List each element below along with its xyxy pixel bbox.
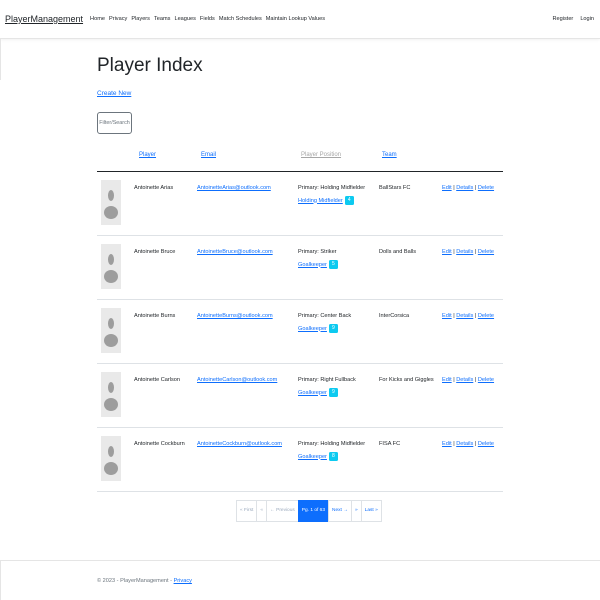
avatar [101, 180, 121, 225]
create-new-link[interactable]: Create New [97, 90, 131, 97]
left-divider [0, 560, 1, 600]
table-row: Antoinette Burns AntoinetteBurns@outlook… [97, 300, 503, 364]
nav-link-privacy[interactable]: Privacy [109, 16, 127, 22]
edit-link[interactable]: Edit [442, 249, 452, 255]
nav-link-match-schedules[interactable]: Match Schedules [219, 16, 262, 22]
filter-search-button[interactable]: Filter/Search [97, 112, 132, 134]
player-name: Antoinette Arias [134, 185, 174, 191]
nav-right-group: Register Login [552, 16, 594, 22]
delete-link[interactable]: Delete [478, 185, 494, 191]
secondary-position-link[interactable]: Goalkeeper [298, 454, 327, 460]
secondary-position-link[interactable]: Holding Midfielder [298, 198, 343, 204]
left-divider [0, 38, 1, 80]
position-count-badge: 5 [328, 260, 338, 269]
team-name: BallStars FC [379, 185, 411, 191]
player-email-link[interactable]: AntoinetteArias@outlook.com [197, 185, 271, 191]
secondary-position-link[interactable]: Goalkeeper [298, 390, 327, 396]
brand-link[interactable]: PlayerManagement [5, 14, 83, 24]
row-actions: Edit | Details | Delete [442, 313, 494, 319]
header-team[interactable]: Team [382, 152, 397, 158]
player-email-link[interactable]: AntoinetteBurns@outlook.com [197, 313, 273, 319]
table-row: Antoinette Carlson AntoinetteCarlson@out… [97, 364, 503, 428]
secondary-position: Goalkeeper 9 [298, 388, 338, 397]
secondary-position: Goalkeeper 5 [298, 260, 338, 269]
primary-position: Primary: Center Back [298, 313, 352, 319]
secondary-position: Goalkeeper 9 [298, 324, 338, 333]
nav-link-leagues[interactable]: Leagues [174, 16, 195, 22]
page-title: Player Index [97, 55, 203, 76]
details-link[interactable]: Details [456, 441, 473, 447]
previous-page-button[interactable]: ← Previous [266, 500, 299, 522]
player-name: Antoinette Burns [134, 313, 176, 319]
players-table: Player Email Player Position Team Antoin… [97, 147, 503, 492]
edit-link[interactable]: Edit [442, 441, 452, 447]
nav-link-home[interactable]: Home [90, 16, 105, 22]
team-name: InterCorsica [379, 313, 410, 319]
avatar [101, 244, 121, 289]
details-link[interactable]: Details [456, 313, 473, 319]
header-email[interactable]: Email [201, 152, 216, 158]
last-page-button[interactable]: Last » [360, 500, 382, 522]
player-name: Antoinette Carlson [134, 377, 181, 383]
details-link[interactable]: Details [456, 377, 473, 383]
footer-privacy-link[interactable]: Privacy [174, 578, 192, 584]
table-row: Antoinette Cockburn AntoinetteCockburn@o… [97, 428, 503, 492]
header-player-position[interactable]: Player Position [301, 152, 341, 158]
details-link[interactable]: Details [456, 185, 473, 191]
edit-link[interactable]: Edit [442, 185, 452, 191]
footer-copyright: © 2023 - PlayerManagement - [97, 578, 174, 584]
team-name: FISA FC [379, 441, 401, 447]
primary-position: Primary: Holding Midfielder [298, 441, 366, 447]
first-page-button[interactable]: « First [236, 500, 258, 522]
register-link[interactable]: Register [552, 16, 573, 22]
next-page-button[interactable]: Next → [328, 500, 352, 522]
secondary-position: Goalkeeper 8 [298, 452, 338, 461]
nav-link-maintain-lookup-values[interactable]: Maintain Lookup Values [266, 16, 325, 22]
secondary-position: Holding Midfielder 4 [298, 196, 354, 205]
position-count-badge: 8 [328, 452, 338, 461]
delete-link[interactable]: Delete [478, 313, 494, 319]
row-actions: Edit | Details | Delete [442, 377, 494, 383]
position-count-badge: 9 [328, 324, 338, 333]
primary-position: Primary: Right Fullback [298, 377, 356, 383]
delete-link[interactable]: Delete [478, 377, 494, 383]
table-header: Player Email Player Position Team [97, 147, 503, 172]
player-name: Antoinette Bruce [134, 249, 176, 255]
team-name: For Kicks and Giggles [379, 377, 434, 383]
player-name: Antoinette Cockburn [134, 441, 185, 447]
secondary-position-link[interactable]: Goalkeeper [298, 326, 327, 332]
primary-position: Primary: Striker [298, 249, 337, 255]
primary-position: Primary: Holding Midfielder [298, 185, 366, 191]
avatar [101, 436, 121, 481]
details-link[interactable]: Details [456, 249, 473, 255]
table-row: Antoinette Arias AntoinetteArias@outlook… [97, 172, 503, 236]
row-actions: Edit | Details | Delete [442, 249, 494, 255]
nav-link-fields[interactable]: Fields [200, 16, 215, 22]
team-name: Dolls and Balls [379, 249, 416, 255]
pagination: « First « ← Previous Pg. 1 of 63 Next → … [236, 500, 382, 522]
player-email-link[interactable]: AntoinetteCarlson@outlook.com [197, 377, 277, 383]
table-row: Antoinette Bruce AntoinetteBruce@outlook… [97, 236, 503, 300]
position-count-badge: 4 [344, 196, 354, 205]
login-link[interactable]: Login [580, 16, 594, 22]
player-email-link[interactable]: AntoinetteBruce@outlook.com [197, 249, 273, 255]
delete-link[interactable]: Delete [478, 441, 494, 447]
current-page-indicator: Pg. 1 of 63 [297, 500, 329, 522]
avatar [101, 308, 121, 353]
top-navbar: PlayerManagement Home Privacy Players Te… [0, 0, 600, 39]
header-player[interactable]: Player [139, 152, 156, 158]
nav-link-teams[interactable]: Teams [154, 16, 170, 22]
row-actions: Edit | Details | Delete [442, 185, 494, 191]
nav-link-players[interactable]: Players [131, 16, 150, 22]
footer: © 2023 - PlayerManagement - Privacy [97, 578, 192, 584]
edit-link[interactable]: Edit [442, 377, 452, 383]
footer-divider [0, 560, 600, 561]
position-count-badge: 9 [328, 388, 338, 397]
player-email-link[interactable]: AntoinetteCockburn@outlook.com [197, 441, 282, 447]
secondary-position-link[interactable]: Goalkeeper [298, 262, 327, 268]
avatar [101, 372, 121, 417]
delete-link[interactable]: Delete [478, 249, 494, 255]
row-actions: Edit | Details | Delete [442, 441, 494, 447]
edit-link[interactable]: Edit [442, 313, 452, 319]
